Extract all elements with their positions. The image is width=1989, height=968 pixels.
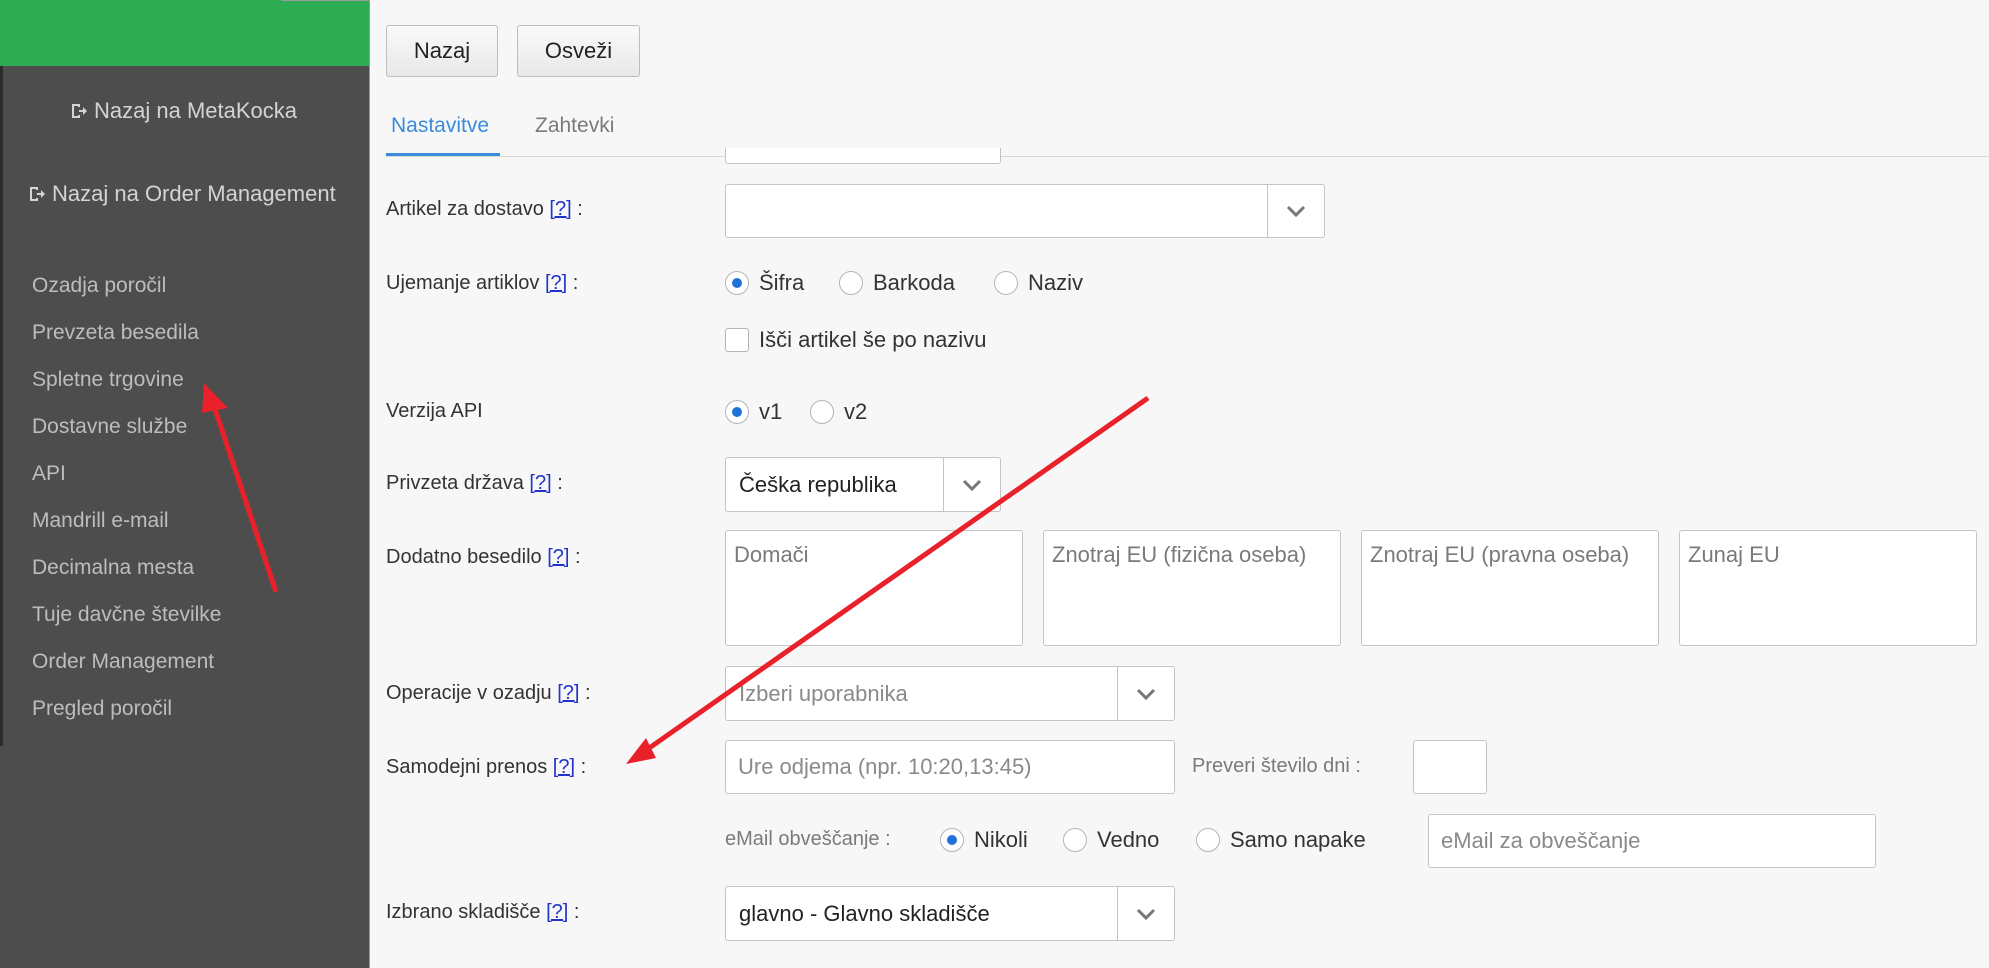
auto-transfer-label: Samodejni prenos [?] : bbox=[386, 756, 587, 778]
help-link[interactable]: [?] bbox=[546, 901, 568, 923]
tab-settings[interactable]: Nastavitve bbox=[386, 104, 500, 156]
background-ops-select[interactable]: Izberi uporabnika bbox=[725, 666, 1175, 721]
radio-label: Samo napake bbox=[1230, 827, 1366, 852]
back-to-metakocka-label: Nazaj na MetaKocka bbox=[94, 98, 297, 123]
radio-selected-icon bbox=[725, 271, 749, 295]
sidebar-edge bbox=[0, 66, 3, 746]
item-matching-label: Ujemanje artiklov [?] : bbox=[386, 272, 579, 294]
radio-empty-icon bbox=[810, 400, 834, 424]
sidebar-item-mandrill-email[interactable]: Mandrill e-mail bbox=[32, 503, 221, 550]
background-ops-placeholder: Izberi uporabnika bbox=[739, 680, 908, 706]
radio-label: Naziv bbox=[1028, 270, 1084, 295]
sidebar-item-foreign-tax-numbers[interactable]: Tuje davčne številke bbox=[32, 597, 221, 644]
checkbox-icon bbox=[725, 328, 749, 352]
email-notify-radio-errors[interactable]: Samo napake bbox=[1196, 827, 1366, 853]
back-button[interactable]: Nazaj bbox=[386, 25, 498, 77]
email-notify-label: eMail obveščanje : bbox=[725, 828, 891, 850]
scrolled-field-remnant bbox=[725, 148, 1001, 164]
check-days-label: Preveri število dni : bbox=[1192, 755, 1361, 777]
help-link[interactable]: [?] bbox=[547, 546, 569, 568]
sidebar: Nazaj na MetaKocka Nazaj na Order Manage… bbox=[0, 0, 369, 968]
warehouse-value: glavno - Glavno skladišče bbox=[739, 900, 990, 926]
sidebar-item-web-shops[interactable]: Spletne trgovine bbox=[32, 362, 221, 409]
help-link[interactable]: [?] bbox=[549, 198, 571, 220]
radio-empty-icon bbox=[994, 271, 1018, 295]
back-to-order-management-label: Nazaj na Order Management bbox=[52, 181, 336, 206]
extra-text-domestic-field[interactable]: Domači bbox=[725, 530, 1023, 646]
extra-text-eu-person-field[interactable]: Znotraj EU (fizična oseba) bbox=[1043, 530, 1341, 646]
extra-text-label: Dodatno besedilo [?] : bbox=[386, 546, 581, 568]
api-version-radio-v1[interactable]: v1 bbox=[725, 399, 782, 425]
sidebar-item-order-management[interactable]: Order Management bbox=[32, 644, 221, 691]
check-days-input[interactable] bbox=[1413, 740, 1487, 794]
back-to-metakocka-link[interactable]: Nazaj na MetaKocka bbox=[70, 98, 297, 124]
search-by-name-checkbox[interactable]: Išči artikel še po nazivu bbox=[725, 327, 986, 353]
sidebar-item-delivery-services[interactable]: Dostavne službe bbox=[32, 409, 221, 456]
extra-text-outside-eu-field[interactable]: Zunaj EU bbox=[1679, 530, 1977, 646]
radio-label: v2 bbox=[844, 399, 868, 424]
email-notify-radio-never[interactable]: Nikoli bbox=[940, 827, 1028, 853]
item-matching-radio-name[interactable]: Naziv bbox=[994, 270, 1083, 296]
extra-text-eu-company-field[interactable]: Znotraj EU (pravna oseba) bbox=[1361, 530, 1659, 646]
sign-out-icon bbox=[30, 187, 45, 201]
chevron-down-icon bbox=[943, 458, 1000, 511]
delivery-item-label: Artikel za dostavo [?] : bbox=[386, 198, 583, 220]
sidebar-item-default-texts[interactable]: Prevzeta besedila bbox=[32, 315, 221, 362]
tab-bar: Nastavitve Zahtevki bbox=[386, 104, 1989, 157]
default-country-label: Privzeta država [?] : bbox=[386, 472, 563, 494]
help-link[interactable]: [?] bbox=[553, 756, 575, 778]
help-link[interactable]: [?] bbox=[545, 272, 567, 294]
main-panel: Nazaj Osveži Nastavitve Zahtevki Artikel… bbox=[369, 0, 1989, 968]
radio-label: Šifra bbox=[759, 270, 805, 295]
help-link[interactable]: [?] bbox=[529, 472, 551, 494]
radio-label: Nikoli bbox=[974, 827, 1028, 852]
chevron-down-icon bbox=[1117, 887, 1174, 940]
help-link[interactable]: [?] bbox=[557, 682, 579, 704]
radio-label: v1 bbox=[759, 399, 783, 424]
sidebar-menu: Ozadja poročil Prevzeta besedila Spletne… bbox=[32, 268, 221, 738]
item-matching-radio-barcode[interactable]: Barkoda bbox=[839, 270, 955, 296]
api-version-label: Verzija API bbox=[386, 400, 483, 422]
background-ops-label: Operacije v ozadju [?] : bbox=[386, 682, 591, 704]
pickup-hours-input[interactable]: Ure odjema (npr. 10:20,13:45) bbox=[725, 740, 1175, 794]
chevron-down-icon bbox=[1117, 667, 1174, 720]
notification-email-input[interactable]: eMail za obveščanje bbox=[1428, 814, 1876, 868]
sidebar-item-api[interactable]: API bbox=[32, 456, 221, 503]
warehouse-label: Izbrano skladišče [?] : bbox=[386, 901, 580, 923]
sidebar-item-report-backgrounds[interactable]: Ozadja poročil bbox=[32, 268, 221, 315]
refresh-button[interactable]: Osveži bbox=[517, 25, 640, 77]
radio-empty-icon bbox=[1196, 828, 1220, 852]
radio-empty-icon bbox=[1063, 828, 1087, 852]
tab-requests[interactable]: Zahtevki bbox=[535, 104, 614, 156]
sidebar-header bbox=[0, 0, 369, 66]
radio-label: Barkoda bbox=[873, 270, 955, 295]
sidebar-item-report-overview[interactable]: Pregled poročil bbox=[32, 691, 221, 738]
back-to-order-management-link[interactable]: Nazaj na Order Management bbox=[28, 181, 336, 207]
api-version-radio-v2[interactable]: v2 bbox=[810, 399, 867, 425]
sidebar-item-decimal-places[interactable]: Decimalna mesta bbox=[32, 550, 221, 597]
default-country-select[interactable]: Češka republika bbox=[725, 457, 1001, 512]
default-country-value: Češka republika bbox=[739, 471, 897, 497]
sign-out-icon bbox=[72, 104, 87, 118]
checkbox-label: Išči artikel še po nazivu bbox=[759, 327, 987, 352]
email-notify-radio-always[interactable]: Vedno bbox=[1063, 827, 1159, 853]
item-matching-radio-code[interactable]: Šifra bbox=[725, 270, 804, 296]
delivery-item-select[interactable] bbox=[725, 184, 1325, 238]
radio-label: Vedno bbox=[1097, 827, 1160, 852]
radio-selected-icon bbox=[725, 400, 749, 424]
chevron-down-icon bbox=[1267, 185, 1324, 237]
radio-empty-icon bbox=[839, 271, 863, 295]
warehouse-select[interactable]: glavno - Glavno skladišče bbox=[725, 886, 1175, 941]
radio-selected-icon bbox=[940, 828, 964, 852]
